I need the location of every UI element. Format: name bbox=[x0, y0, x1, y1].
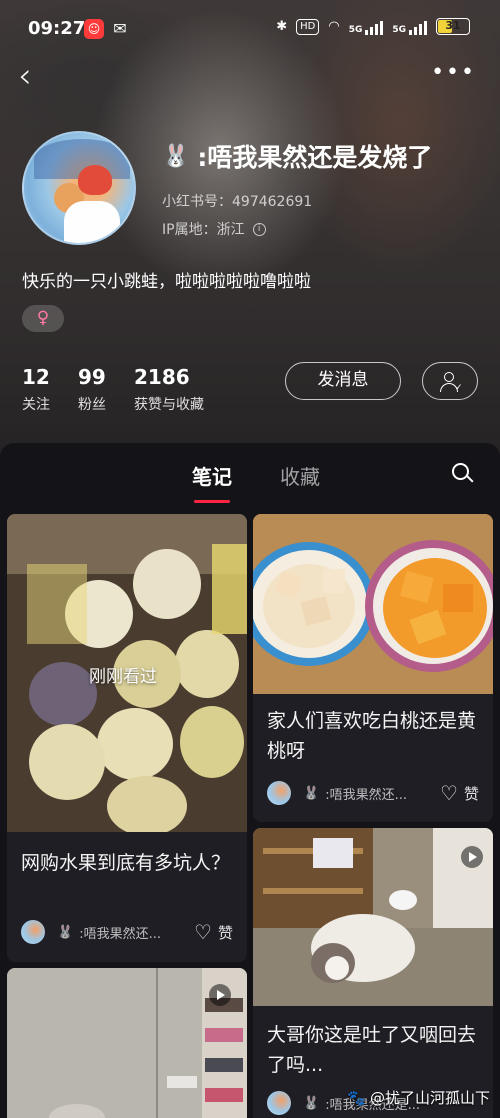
nickname-text: :唔我果然还是发烧了 bbox=[197, 143, 433, 172]
like-button[interactable]: ♡ 赞 bbox=[194, 922, 233, 943]
tab-favorites[interactable]: 收藏 bbox=[280, 461, 320, 490]
video-play-icon bbox=[461, 846, 483, 868]
profile-stats: 12 关注 99 粉丝 2186 获赞与收藏 bbox=[22, 365, 204, 414]
5g-signal-icon: 5G bbox=[392, 19, 427, 35]
search-icon[interactable] bbox=[452, 463, 474, 485]
status-time: 09:27 bbox=[28, 18, 86, 39]
5g-signal-icon: 5G bbox=[349, 19, 384, 35]
watermark-text: @扰了山河孤山下 bbox=[369, 1089, 490, 1107]
info-icon[interactable]: i bbox=[252, 222, 266, 236]
stat-label: 粉丝 bbox=[78, 397, 106, 413]
author-avatar bbox=[267, 1091, 291, 1115]
stat-following[interactable]: 12 关注 bbox=[22, 365, 50, 414]
note-cover-video bbox=[253, 828, 493, 1006]
like-label: 赞 bbox=[463, 784, 479, 803]
stat-value: 12 bbox=[22, 365, 50, 389]
wifi-icon: ◠ bbox=[328, 19, 340, 34]
heart-icon: ♡ bbox=[440, 781, 458, 805]
tab-bar: 笔记 收藏 bbox=[0, 443, 500, 503]
back-icon[interactable]: ‹ bbox=[18, 58, 52, 98]
recently-viewed-badge: 刚刚看过 bbox=[89, 667, 157, 687]
note-footer: 🐰 :唔我果然还... ♡ 赞 bbox=[21, 919, 233, 945]
notes-panel: 笔记 收藏 刚刚看过 网购水果到底有多坑人？ 🐰:唔我果然还... ♡ 赞 家… bbox=[0, 443, 500, 1118]
stat-value: 2186 bbox=[134, 365, 190, 389]
author-name: :唔我果然还... bbox=[325, 787, 407, 803]
author-name: :唔我果然还... bbox=[79, 926, 161, 942]
like-label: 赞 bbox=[217, 923, 233, 942]
red-id: 小红书号：497462691 bbox=[162, 194, 313, 210]
note-card[interactable] bbox=[7, 968, 247, 1118]
note-card[interactable]: 家人们喜欢吃白桃还是黄桃呀 🐰 :唔我果然还... ♡ 赞 bbox=[253, 514, 493, 822]
author-avatar bbox=[267, 781, 291, 805]
note-card[interactable]: 大哥你这是吐了又咽回去了吗... 🐰 :唔我果然还是... bbox=[253, 828, 493, 1118]
rabbit-emoji-icon: 🐰 bbox=[57, 924, 74, 940]
send-message-button[interactable]: 发消息 bbox=[285, 362, 401, 400]
note-card[interactable]: 刚刚看过 网购水果到底有多坑人？ 🐰 :唔我果然还... ♡ 赞 bbox=[7, 514, 247, 962]
note-title: 大哥你这是吐了又咽回去了吗... bbox=[267, 1024, 477, 1076]
more-options-icon[interactable]: ••• bbox=[431, 60, 476, 85]
stat-followers[interactable]: 99 粉丝 bbox=[78, 365, 106, 414]
paw-icon: 🐾 bbox=[347, 1088, 366, 1107]
user-check-icon bbox=[444, 372, 454, 382]
author-avatar bbox=[21, 920, 45, 944]
video-play-icon bbox=[209, 984, 231, 1006]
rabbit-emoji-icon: 🐰 bbox=[162, 143, 190, 169]
profile-bio: 快乐的一只小跳蛙，啦啦啦啦啦噜啦啦 bbox=[22, 272, 311, 292]
watermark: 🐾 @扰了山河孤山下 bbox=[347, 1087, 490, 1108]
profile-nickname: 🐰 :唔我果然还是发烧了 bbox=[162, 138, 432, 174]
rabbit-emoji-icon: 🐰 bbox=[303, 785, 320, 801]
stat-likes-collects[interactable]: 2186 获赞与收藏 bbox=[134, 365, 204, 414]
note-footer: 🐰 :唔我果然还... ♡ 赞 bbox=[267, 780, 479, 806]
tab-notes[interactable]: 笔记 bbox=[192, 461, 232, 503]
app-notification-icon: ☺ bbox=[84, 19, 104, 39]
status-bar: 09:27 ☺ ✉ ✱ HD ◠ 5G 5G 31 bbox=[0, 0, 500, 58]
note-cover-image: 刚刚看过 bbox=[7, 514, 247, 832]
stat-label: 获赞与收藏 bbox=[134, 397, 204, 413]
heart-icon: ♡ bbox=[194, 920, 212, 944]
wechat-icon: ✉ bbox=[113, 19, 127, 38]
avatar[interactable] bbox=[22, 131, 136, 245]
note-cover-video bbox=[7, 968, 247, 1118]
bluetooth-icon: ✱ bbox=[276, 19, 288, 34]
battery-icon: 31 bbox=[436, 18, 470, 35]
rabbit-emoji-icon: 🐰 bbox=[303, 1095, 320, 1111]
hd-icon: HD bbox=[296, 18, 320, 35]
ip-location: IP属地：浙江 i bbox=[162, 219, 266, 239]
note-cover-image bbox=[253, 514, 493, 694]
stat-value: 99 bbox=[78, 365, 106, 389]
stat-label: 关注 bbox=[22, 397, 50, 413]
note-title: 家人们喜欢吃白桃还是黄桃呀 bbox=[267, 710, 477, 762]
follow-status-button[interactable]: ✓ bbox=[422, 362, 478, 400]
status-icons: ✱ HD ◠ 5G 5G 31 bbox=[276, 18, 470, 35]
gender-female-icon: ♀ bbox=[22, 305, 64, 332]
ip-location-text: IP属地：浙江 bbox=[162, 222, 245, 238]
like-button[interactable]: ♡ 赞 bbox=[440, 783, 479, 804]
note-title: 网购水果到底有多坑人？ bbox=[21, 852, 231, 874]
